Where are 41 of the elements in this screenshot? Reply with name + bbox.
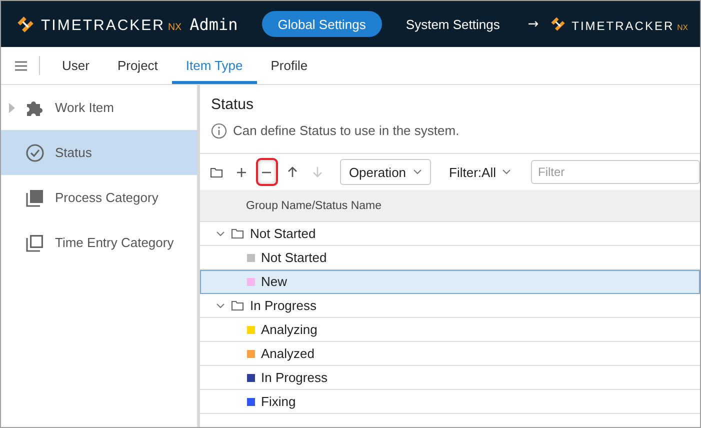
sidebar-item[interactable]: Time Entry Category [1,220,197,265]
folder-icon [231,300,244,311]
nav-tab[interactable]: Profile [256,47,322,84]
filter-field[interactable]: Filter [530,160,700,184]
arrow-down-icon [312,166,323,178]
logo-suffix: NX [168,22,182,32]
status-row[interactable]: New [200,270,700,294]
chevron-icon[interactable] [216,301,225,310]
app-title: Admin [190,14,238,34]
toolbar-button[interactable] [256,158,278,186]
operation-dropdown[interactable]: Operation [340,159,432,185]
filter-dropdown[interactable]: Filter:All [441,159,519,185]
caret-icon [413,169,422,175]
caret-icon [502,169,511,175]
folder-icon [231,228,244,239]
stacked-squares-icon [25,232,45,252]
logo-name: TIMETRACKER [41,16,166,34]
logo-name: TIMETRACKER [572,18,674,32]
logo-icon [548,15,567,33]
nav-tab[interactable]: Item Type [172,47,257,84]
sidebar-item[interactable]: Process Category [1,175,197,220]
info-text: Can define Status to use in the system. [233,123,460,138]
arrow-up-icon [286,166,298,178]
plus-icon [236,166,248,178]
menu-icon[interactable] [15,60,27,70]
sidebar-item[interactable]: Status [1,130,197,175]
header-tab[interactable]: Global Settings [262,11,382,37]
nav-tab[interactable]: User [48,47,104,84]
sidebar-item[interactable]: Work Item [1,85,197,130]
stacked-squares-icon [25,188,45,208]
info-icon [211,123,227,139]
minus-icon [261,170,272,174]
check-circle-icon [25,142,45,162]
folder-icon [210,166,224,178]
nav-tab[interactable]: Project [103,47,172,84]
arrow-text[interactable]: → [528,16,539,32]
chevron-icon[interactable] [216,229,225,238]
section-title: Status [210,95,255,113]
column-header: Group Name/Status Name [246,200,382,212]
logo-icon [15,14,36,34]
header-tab[interactable]: System Settings [390,11,516,37]
